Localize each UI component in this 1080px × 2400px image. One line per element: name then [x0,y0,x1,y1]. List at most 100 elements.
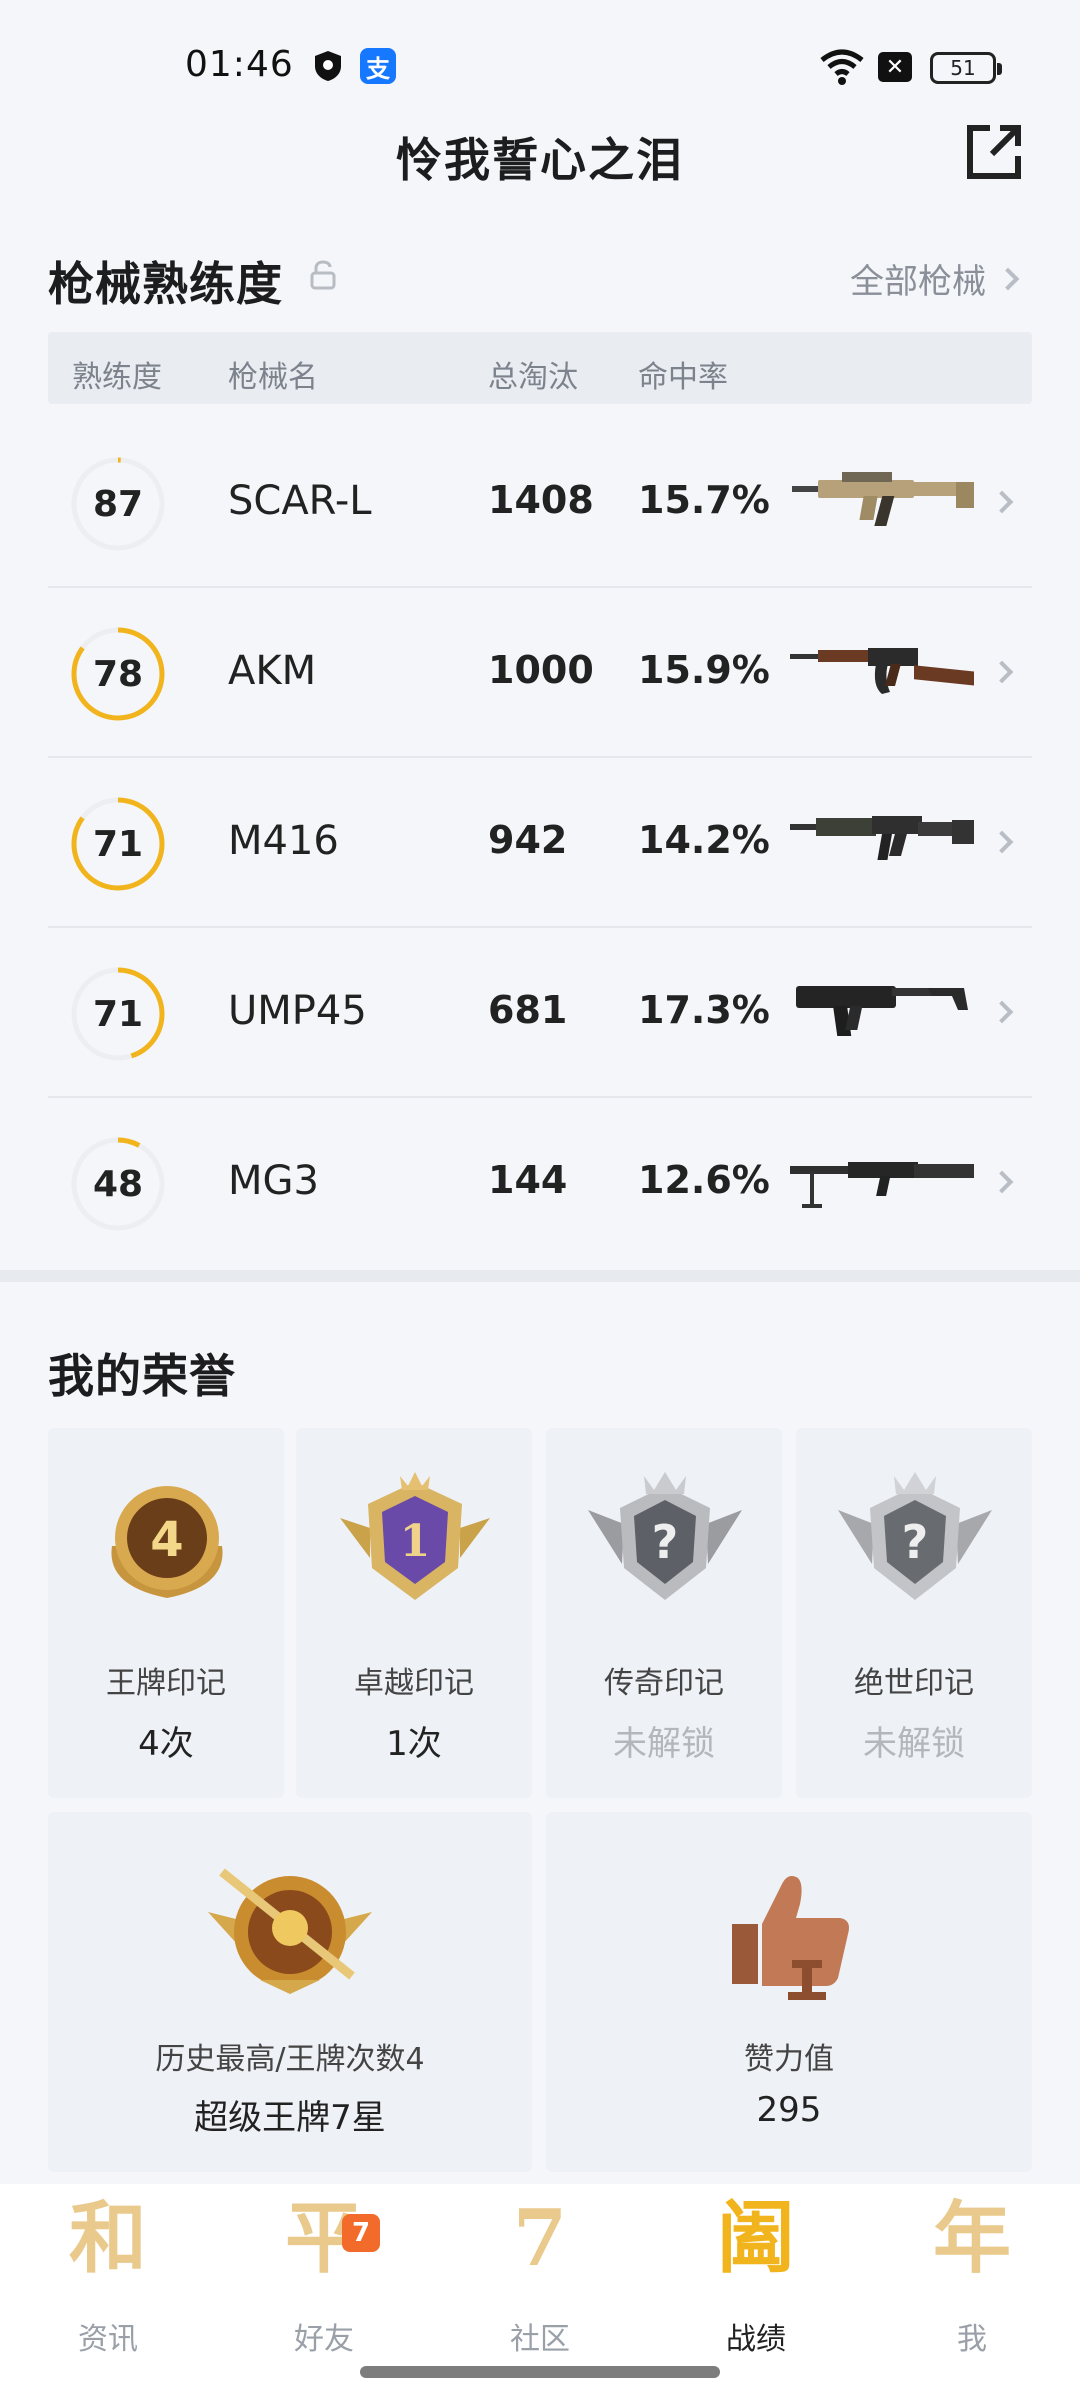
highest-rank-badge-icon [208,1868,372,1994]
friends-tab-icon: 平 [284,2193,363,2284]
weapon-hit-rate: 12.6% [638,1158,770,1202]
weapon-name: MG3 [228,1158,319,1204]
ace-mark-badge-icon: 4 [111,1486,223,1598]
chevron-right-icon [990,490,1014,514]
column-weapon-name: 枪械名 [228,360,318,395]
excellence-mark-badge-icon: 1 [340,1472,490,1600]
weapon-kills: 942 [488,818,568,862]
friends-notification-badge: 7 [342,2214,380,2252]
nav-tab-news[interactable]: 和 资讯 [0,2200,216,2358]
highest-rank-label: 历史最高/王牌次数4 [155,2042,425,2077]
ace-mark-label: 王牌印记 [106,1666,226,1701]
all-weapons-link[interactable]: 全部枪械 [850,254,1020,303]
lock-icon[interactable] [310,260,336,290]
weapon-row-scar-l[interactable]: 87 SCAR-L 1408 15.7% [48,418,1032,588]
m416-rifle-icon [790,816,974,860]
section-divider [0,1270,1080,1282]
legend-mark-value: 未解锁 [613,1724,715,1764]
status-time: 01:46 [185,44,294,85]
nav-tab-label: 社区 [510,2322,570,2357]
highest-rank-card[interactable]: 历史最高/王牌次数4 超级王牌7星 [48,1812,532,2172]
share-icon[interactable] [962,120,1026,184]
weapon-table-header: 熟练度 枪械名 总淘汰 命中率 [48,332,1032,404]
nav-tab-friends[interactable]: 平 7 好友 [216,2200,432,2358]
legend-badge-number: ? [652,1515,679,1569]
proficiency-level: 87 [92,483,144,525]
column-proficiency: 熟练度 [72,360,162,395]
ace-mark-value: 4次 [138,1724,194,1764]
weapon-name: M416 [228,818,339,864]
peerless-mark-value: 未解锁 [863,1724,965,1764]
honors-title: 我的荣誉 [48,1349,236,1403]
weapon-name: UMP45 [228,988,367,1034]
page-title: 怜我誓心之泪 [396,133,684,187]
chevron-right-icon [990,830,1014,854]
nav-tab-label: 我 [957,2322,987,2357]
proficiency-level: 48 [92,1163,144,1205]
all-weapons-label: 全部枪械 [850,262,986,302]
ump45-smg-icon [796,986,968,1036]
excellence-mark-value: 1次 [386,1724,442,1764]
chevron-right-icon [990,660,1014,684]
weapon-row-mg3[interactable]: 48 MG3 144 12.6% [48,1098,1032,1268]
weapon-kills: 681 [488,988,568,1032]
mg3-machine-gun-icon [790,1162,974,1208]
column-total-kills: 总淘汰 [488,360,578,395]
weapon-row-ump45[interactable]: 71 UMP45 681 17.3% [48,928,1032,1098]
highest-rank-value: 超级王牌7星 [194,2098,386,2138]
nav-tab-label: 战绩 [726,2322,786,2357]
honor-card-ace[interactable]: 4 王牌印记 4次 [48,1428,284,1798]
close-notification-icon: ✕ [878,52,912,82]
weapon-hit-rate: 17.3% [638,988,770,1032]
wifi-icon [820,49,864,85]
weapon-kills: 1408 [488,478,594,522]
excellence-mark-label: 卓越印记 [354,1666,474,1701]
proficiency-level: 71 [92,823,144,865]
status-bar: 01:46 支 ✕ 51 [0,0,1080,140]
legend-mark-label: 传奇印记 [604,1666,724,1701]
weapon-name: AKM [228,648,317,694]
weapon-hit-rate: 15.9% [638,648,770,692]
thumbs-up-icon [732,1876,849,2000]
column-hit-rate: 命中率 [638,360,728,395]
akm-rifle-icon [790,648,974,694]
weapon-kills: 1000 [488,648,594,692]
effort-value-card[interactable]: 赞力值 295 [546,1812,1032,2172]
proficiency-level: 71 [92,993,144,1035]
proficiency-level: 78 [92,653,144,695]
me-tab-icon: 年 [932,2193,1011,2284]
peerless-mark-label: 绝世印记 [854,1666,974,1701]
weapon-hit-rate: 15.7% [638,478,770,522]
scar-l-rifle-icon [792,472,974,526]
honor-card-excellence[interactable]: 1 卓越印记 1次 [296,1428,532,1798]
chevron-right-icon [996,267,1020,290]
weapon-row-m416[interactable]: 71 M416 942 14.2% [48,758,1032,928]
effort-value-label: 赞力值 [744,2042,834,2077]
honor-card-peerless[interactable]: ? 绝世印记 未解锁 [796,1428,1032,1798]
news-tab-icon: 和 [68,2193,147,2284]
weapon-kills: 144 [488,1158,568,1202]
weapon-name: SCAR-L [228,478,372,524]
stats-tab-icon: 阖 [716,2193,795,2284]
chevron-right-icon [990,1000,1014,1024]
nav-tab-stats[interactable]: 阖 战绩 [648,2200,864,2358]
weapon-hit-rate: 14.2% [638,818,770,862]
peerless-badge-number: ? [902,1515,929,1569]
nav-tab-community[interactable]: 7 社区 [432,2200,648,2358]
legend-mark-badge-icon: ? [588,1472,742,1600]
weapon-proficiency-title: 枪械熟练度 [48,257,283,311]
excellence-badge-number: 1 [400,1516,431,1567]
honor-card-legend[interactable]: ? 传奇印记 未解锁 [546,1428,782,1798]
effort-value-number: 295 [756,2090,822,2130]
community-tab-icon: 7 [512,2193,568,2284]
alipay-icon: 支 [360,48,396,84]
weapon-row-akm[interactable]: 78 AKM 1000 15.9% [48,588,1032,758]
peerless-mark-badge-icon: ? [838,1472,992,1600]
ace-badge-number: 4 [150,1512,183,1568]
home-indicator[interactable] [360,2366,720,2378]
nav-tab-label: 好友 [294,2322,354,2357]
nav-tab-label: 资讯 [78,2322,138,2357]
battery-icon: 51 [930,52,1002,84]
shield-icon [310,48,346,84]
nav-tab-me[interactable]: 年 我 [864,2200,1080,2358]
